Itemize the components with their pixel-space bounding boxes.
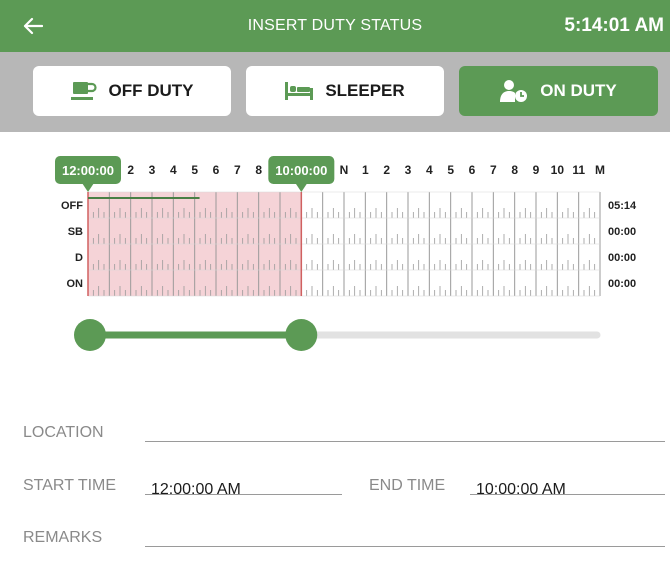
on-duty-label: ON DUTY [540, 81, 617, 100]
row-total: 00:00 [608, 278, 636, 290]
duty-status-graph[interactable]: 12345678911N1234567891011MOFF05:14SB00:0… [0, 132, 670, 362]
sleeper-button[interactable]: SLEEPER [246, 66, 444, 116]
end-marker-label: 10:00:00 [275, 163, 327, 178]
end-marker-pointer [295, 183, 308, 192]
hour-label: 2 [127, 163, 134, 177]
remarks-input[interactable] [145, 546, 665, 547]
end-time-value[interactable]: 10:00:00 AM [476, 481, 566, 499]
hour-label: M [595, 163, 605, 177]
slider-start-handle[interactable] [74, 319, 106, 351]
hour-label: 2 [383, 163, 390, 177]
hour-label: 7 [490, 163, 497, 177]
location-label: LOCATION [23, 424, 104, 441]
hour-label: 4 [170, 163, 177, 177]
row-label: SB [68, 226, 83, 238]
hour-label: 6 [213, 163, 220, 177]
off-duty-button[interactable]: OFF DUTY [33, 66, 231, 116]
hour-label: 6 [469, 163, 476, 177]
row-label: OFF [61, 200, 83, 212]
hour-label: 5 [191, 163, 198, 177]
sleeper-label: SLEEPER [325, 81, 405, 100]
row-total: 00:00 [608, 226, 636, 238]
hour-label: 5 [447, 163, 454, 177]
row-total: 00:00 [608, 252, 636, 264]
driver-clock-icon [500, 80, 528, 102]
hour-label: 8 [255, 163, 262, 177]
start-marker-pointer [82, 183, 94, 192]
remarks-label: REMARKS [23, 529, 103, 546]
hour-label: N [340, 163, 349, 177]
current-time: 5:14:01 AM [564, 15, 664, 36]
coffee-cup-icon [70, 82, 97, 100]
app-header: INSERT DUTY STATUS 5:14:01 AM [0, 0, 670, 52]
off-duty-label: OFF DUTY [108, 81, 194, 100]
start-time-value[interactable]: 12:00:00 AM [151, 481, 241, 499]
hour-label: 3 [405, 163, 412, 177]
start-marker-label: 12:00:00 [62, 163, 114, 178]
end-time-input[interactable] [470, 494, 665, 495]
hour-label: 8 [511, 163, 518, 177]
hour-label: 4 [426, 163, 433, 177]
slider-end-handle[interactable] [285, 319, 318, 351]
hour-label: 7 [234, 163, 241, 177]
hour-label: 1 [362, 163, 369, 177]
hour-label: 9 [533, 163, 540, 177]
start-time-input[interactable] [145, 494, 342, 495]
hour-label: 3 [149, 163, 156, 177]
row-label: ON [67, 278, 84, 290]
hour-label: 10 [551, 163, 565, 177]
location-input[interactable] [145, 441, 665, 442]
bed-icon [285, 82, 314, 100]
duty-status-selector: OFF DUTY SLEEPER ON DUTY [0, 52, 670, 132]
row-label: D [75, 252, 83, 264]
on-duty-button[interactable]: ON DUTY [459, 66, 658, 116]
hour-label: 11 [572, 163, 585, 177]
start-time-label: START TIME [23, 477, 117, 494]
end-time-label: END TIME [369, 477, 446, 494]
row-total: 05:14 [608, 200, 637, 212]
